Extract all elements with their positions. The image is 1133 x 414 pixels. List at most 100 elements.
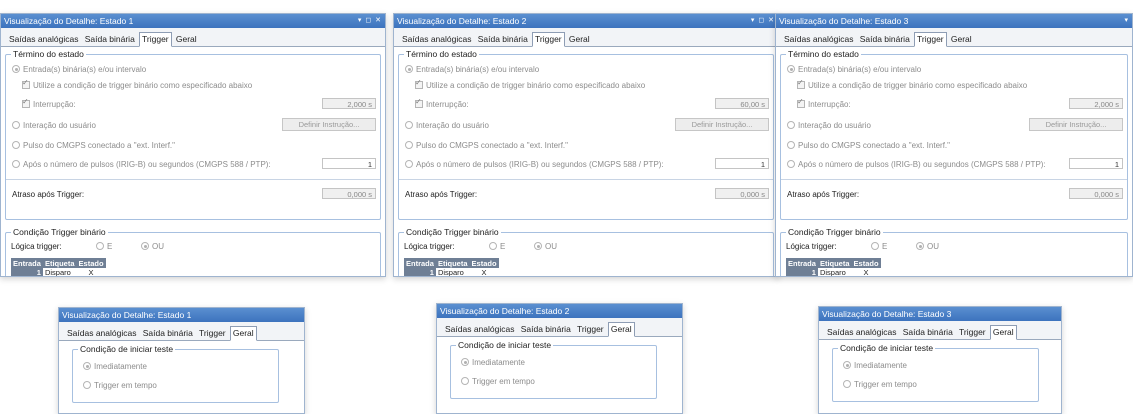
option-trigger-tempo[interactable]: Trigger em tempo (843, 380, 917, 389)
checkbox-icon[interactable] (22, 78, 30, 89)
cell-estado[interactable]: X (76, 268, 106, 276)
panel-titlebar[interactable]: Visualização do Detalhe: Estado 2 ▾ ◻ ✕ (394, 14, 778, 28)
radio-icon[interactable] (12, 121, 20, 129)
define-instrucao-button[interactable]: Definir Instrução... (675, 118, 769, 131)
cell-etiqueta[interactable]: Disparo (435, 268, 470, 276)
tab-trigger[interactable]: Trigger (957, 326, 988, 339)
checkbox-utilize[interactable]: Utilize a condição de trigger binário co… (415, 78, 645, 90)
cell-estado[interactable]: X (469, 268, 499, 276)
radio-icon[interactable] (405, 141, 413, 149)
checkbox-utilize[interactable]: Utilize a condição de trigger binário co… (797, 78, 1027, 90)
option-e[interactable]: E (489, 242, 505, 251)
cell-estado[interactable]: X (851, 268, 881, 276)
option-interacao[interactable]: Interação do usuário (405, 121, 489, 130)
checkbox-icon[interactable] (22, 97, 30, 108)
table-row[interactable]: 1 Disparo X (11, 268, 106, 276)
atraso-input[interactable]: 0,000 s (715, 188, 769, 199)
tab-saidas-analogicas[interactable]: Saídas analógicas (825, 326, 898, 339)
define-instrucao-button[interactable]: Definir Instrução... (282, 118, 376, 131)
radio-icon[interactable] (83, 381, 91, 389)
tab-saidas-analogicas[interactable]: Saídas analógicas (443, 323, 516, 336)
tab-saida-binaria[interactable]: Saída binária (858, 33, 912, 46)
option-imediatamente[interactable]: Imediatamente (843, 361, 907, 370)
option-apos[interactable]: Após o número de pulsos (IRIG-B) ou segu… (787, 160, 1046, 169)
define-instrucao-button[interactable]: Definir Instrução... (1029, 118, 1123, 131)
window-controls-icon[interactable]: ▾ ◻ ✕ (751, 14, 775, 28)
radio-icon[interactable] (916, 242, 924, 250)
option-apos[interactable]: Após o número de pulsos (IRIG-B) ou segu… (12, 160, 271, 169)
tab-saidas-analogicas[interactable]: Saídas analógicas (400, 33, 473, 46)
tab-trigger[interactable]: Trigger (575, 323, 606, 336)
tab-saida-binaria[interactable]: Saída binária (519, 323, 573, 336)
checkbox-utilize[interactable]: Utilize a condição de trigger binário co… (22, 78, 252, 90)
checkbox-interrupcao[interactable]: Interrupção: (415, 97, 469, 109)
radio-icon[interactable] (12, 160, 20, 168)
tab-trigger[interactable]: Trigger (139, 32, 172, 47)
tab-saidas-analogicas[interactable]: Saídas analógicas (782, 33, 855, 46)
tab-trigger[interactable]: Trigger (197, 327, 228, 340)
checkbox-interrupcao[interactable]: Interrupção: (22, 97, 76, 109)
radio-icon[interactable] (843, 361, 851, 369)
interrupcao-input[interactable]: 2,000 s (1069, 98, 1123, 109)
option-ou[interactable]: OU (534, 242, 557, 251)
panel-titlebar[interactable]: Visualização do Detalhe: Estado 3 (819, 307, 1061, 321)
radio-icon[interactable] (83, 362, 91, 370)
checkbox-icon[interactable] (797, 78, 805, 89)
panel-titlebar[interactable]: Visualização do Detalhe: Estado 2 (437, 304, 682, 318)
option-pulso[interactable]: Pulso do CMGPS conectado a "ext. Interf.… (12, 141, 175, 150)
radio-icon[interactable] (534, 242, 542, 250)
window-controls-icon[interactable]: ▾ (1124, 14, 1129, 28)
radio-icon[interactable] (461, 358, 469, 366)
option-e[interactable]: E (96, 242, 112, 251)
window-controls-icon[interactable]: ▾ ◻ ✕ (358, 14, 382, 28)
table-row[interactable]: 1 Disparo X (786, 268, 881, 276)
option-ou[interactable]: OU (916, 242, 939, 251)
tab-saida-binaria[interactable]: Saída binária (141, 327, 195, 340)
option-pulso[interactable]: Pulso do CMGPS conectado a "ext. Interf.… (405, 141, 568, 150)
apos-input[interactable]: 1 (1069, 158, 1123, 169)
interrupcao-input[interactable]: 60,00 s (715, 98, 769, 109)
checkbox-icon[interactable] (415, 97, 423, 108)
tab-saida-binaria[interactable]: Saída binária (83, 33, 137, 46)
option-binaria[interactable]: Entrada(s) binária(s) e/ou intervalo (12, 65, 146, 74)
option-pulso[interactable]: Pulso do CMGPS conectado a "ext. Interf.… (787, 141, 950, 150)
radio-icon[interactable] (871, 242, 879, 250)
option-imediatamente[interactable]: Imediatamente (83, 362, 147, 371)
option-binaria[interactable]: Entrada(s) binária(s) e/ou intervalo (405, 65, 539, 74)
option-binaria[interactable]: Entrada(s) binária(s) e/ou intervalo (787, 65, 921, 74)
radio-icon[interactable] (787, 65, 795, 73)
atraso-input[interactable]: 0,000 s (1069, 188, 1123, 199)
tab-saidas-analogicas[interactable]: Saídas analógicas (7, 33, 80, 46)
tab-geral[interactable]: Geral (949, 33, 974, 46)
radio-icon[interactable] (787, 160, 795, 168)
radio-icon[interactable] (12, 65, 20, 73)
option-imediatamente[interactable]: Imediatamente (461, 358, 525, 367)
radio-icon[interactable] (461, 377, 469, 385)
checkbox-icon[interactable] (415, 78, 423, 89)
panel-titlebar[interactable]: Visualização do Detalhe: Estado 3 ▾ (776, 14, 1132, 28)
interrupcao-input[interactable]: 2,000 s (322, 98, 376, 109)
radio-icon[interactable] (787, 141, 795, 149)
tab-saida-binaria[interactable]: Saída binária (476, 33, 530, 46)
panel-titlebar[interactable]: Visualização do Detalhe: Estado 1 (59, 308, 304, 322)
option-interacao[interactable]: Interação do usuário (787, 121, 871, 130)
radio-icon[interactable] (141, 242, 149, 250)
tab-geral[interactable]: Geral (229, 326, 257, 341)
checkbox-icon[interactable] (797, 97, 805, 108)
tab-saidas-analogicas[interactable]: Saídas analógicas (65, 327, 138, 340)
option-ou[interactable]: OU (141, 242, 164, 251)
radio-icon[interactable] (787, 121, 795, 129)
tab-saida-binaria[interactable]: Saída binária (901, 326, 955, 339)
radio-icon[interactable] (489, 242, 497, 250)
radio-icon[interactable] (12, 141, 20, 149)
radio-icon[interactable] (843, 380, 851, 388)
radio-icon[interactable] (405, 160, 413, 168)
panel-titlebar[interactable]: Visualização do Detalhe: Estado 1 ▾ ◻ ✕ (1, 14, 385, 28)
option-apos[interactable]: Após o número de pulsos (IRIG-B) ou segu… (405, 160, 664, 169)
option-trigger-tempo[interactable]: Trigger em tempo (461, 377, 535, 386)
option-e[interactable]: E (871, 242, 887, 251)
checkbox-interrupcao[interactable]: Interrupção: (797, 97, 851, 109)
option-trigger-tempo[interactable]: Trigger em tempo (83, 381, 157, 390)
table-row[interactable]: 1 Disparo X (404, 268, 499, 276)
tab-geral[interactable]: Geral (607, 322, 635, 337)
